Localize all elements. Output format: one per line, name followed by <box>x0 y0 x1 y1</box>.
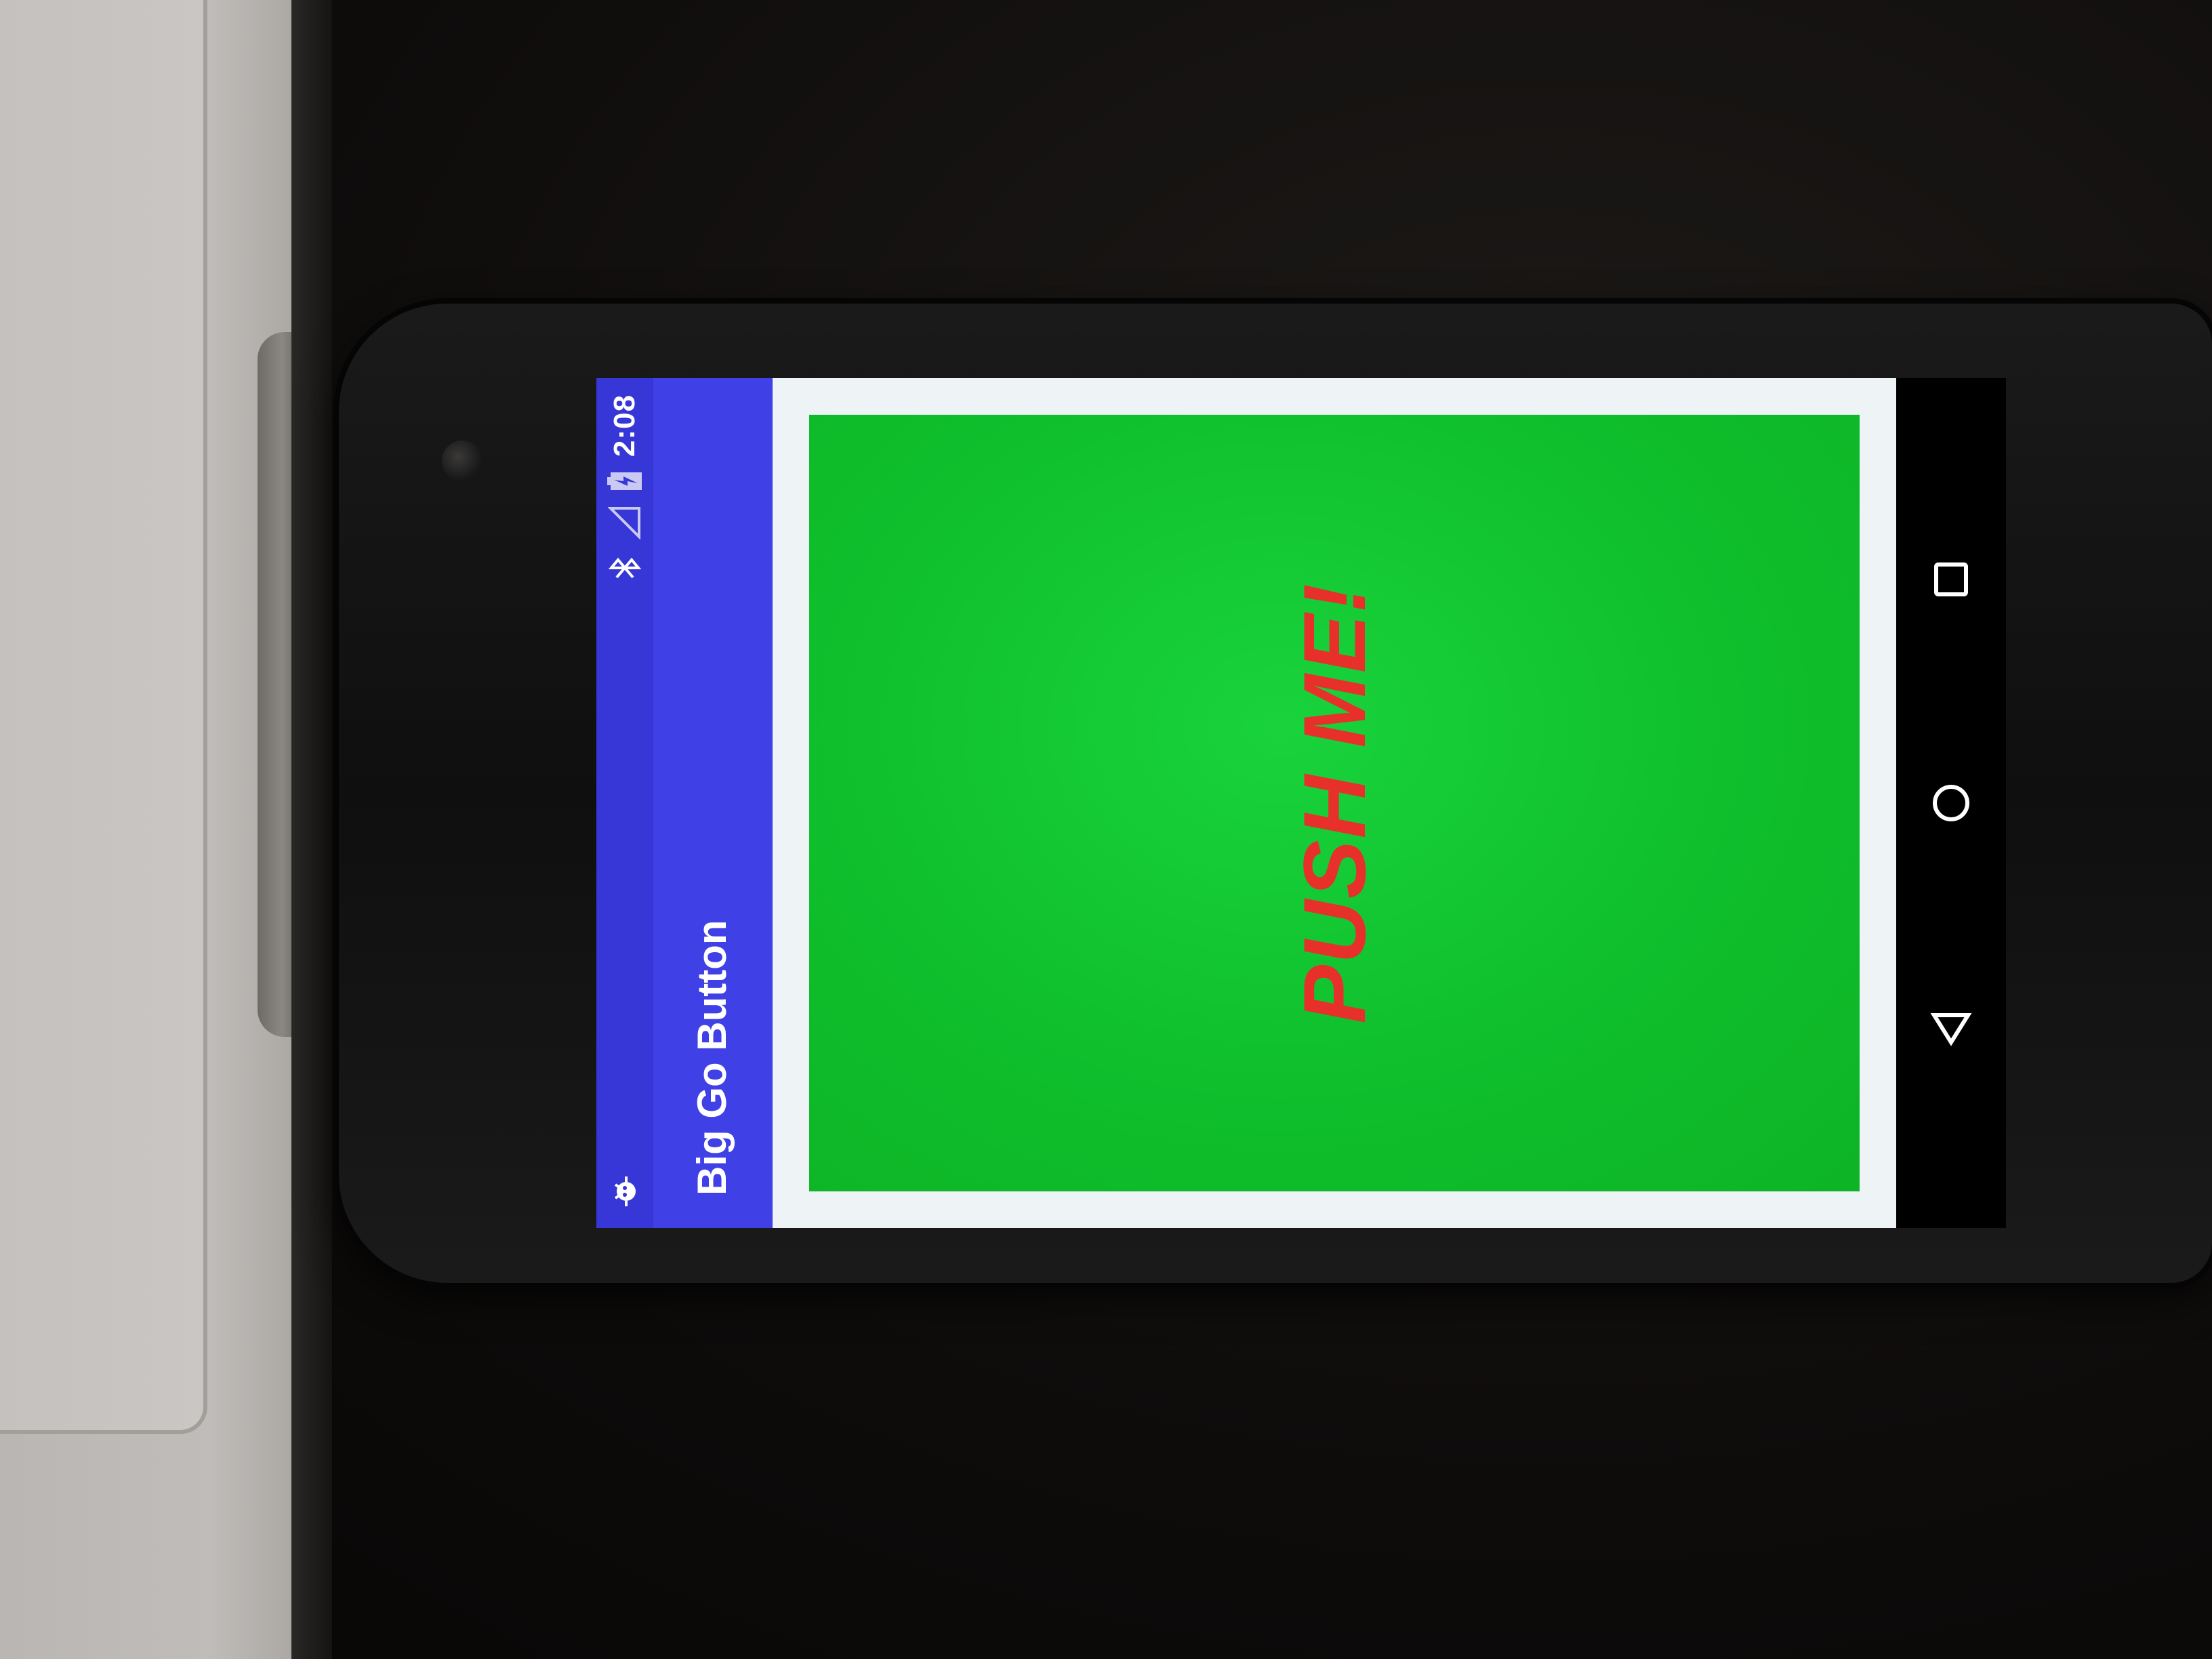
front-camera <box>442 441 483 481</box>
navigation-bar <box>1896 378 2006 1228</box>
recents-icon[interactable] <box>1927 556 1975 603</box>
big-go-button[interactable]: PUSH ME! <box>809 415 1860 1191</box>
phone-screen: 2:08 Big Go Button PUSH ME! <box>596 378 2006 1228</box>
bluetooth-icon <box>607 554 642 581</box>
photo-scene: 2:08 Big Go Button PUSH ME! <box>0 0 2212 1659</box>
android-debug-icon <box>606 1172 644 1210</box>
status-icons: 2:08 <box>596 394 653 581</box>
back-icon[interactable] <box>1927 1003 1975 1050</box>
go-button-label: PUSH ME! <box>1285 582 1384 1024</box>
laptop-edge <box>291 0 332 1659</box>
signal-icon <box>608 506 642 540</box>
main-content: PUSH ME! <box>773 378 1896 1228</box>
laptop-surface <box>0 0 298 1659</box>
app-title: Big Go Button <box>689 920 735 1195</box>
app-bar: Big Go Button <box>653 378 773 1228</box>
clock: 2:08 <box>608 394 641 457</box>
battery-charging-icon <box>607 472 642 491</box>
status-bar: 2:08 <box>596 378 653 1228</box>
laptop-trackpad <box>0 0 207 1434</box>
home-icon[interactable] <box>1927 779 1975 827</box>
app-window: 2:08 Big Go Button PUSH ME! <box>596 378 2006 1228</box>
